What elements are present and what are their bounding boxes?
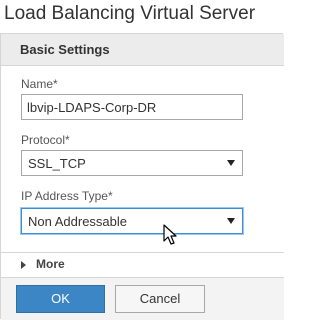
divider (1, 252, 284, 253)
chevron-down-icon (227, 160, 235, 166)
name-input[interactable] (21, 94, 243, 120)
more-toggle[interactable]: More (1, 254, 284, 276)
panel-header: Basic Settings (1, 34, 284, 66)
ip-address-type-select[interactable]: Non Addressable (21, 208, 243, 234)
form-footer: OK Cancel (1, 278, 284, 320)
caret-right-icon (21, 261, 26, 269)
page-title: Load Balancing Virtual Server (4, 3, 256, 24)
chevron-down-icon (227, 218, 235, 224)
ip-address-type-label: IP Address Type* (21, 189, 113, 203)
panel-header-label: Basic Settings (20, 42, 110, 57)
protocol-selected-value: SSL_TCP (28, 156, 86, 171)
ok-button[interactable]: OK (16, 285, 105, 313)
basic-settings-panel: Basic Settings Name* Protocol* SSL_TCP I… (0, 33, 284, 320)
protocol-label: Protocol* (21, 133, 70, 147)
protocol-select[interactable]: SSL_TCP (21, 150, 243, 176)
name-label: Name* (21, 77, 58, 91)
ip-address-type-selected-value: Non Addressable (28, 214, 128, 229)
cancel-button[interactable]: Cancel (115, 285, 205, 313)
more-label: More (36, 257, 65, 271)
